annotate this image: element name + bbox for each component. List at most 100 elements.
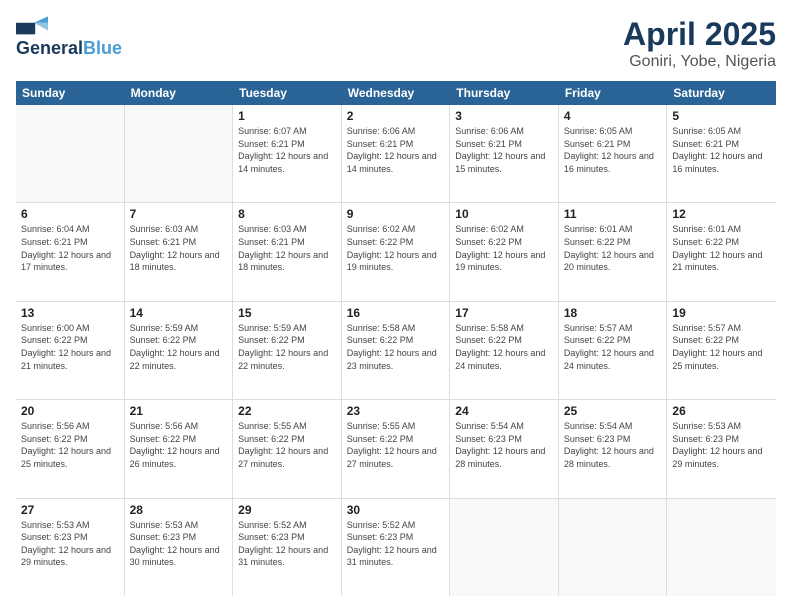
calendar-header-cell: Wednesday: [342, 81, 451, 105]
day-number: 21: [130, 404, 228, 418]
day-number: 2: [347, 109, 445, 123]
calendar-cell: 3 Sunrise: 6:06 AM Sunset: 6:21 PM Daylig…: [450, 105, 559, 202]
calendar-cell: [125, 105, 234, 202]
cell-info: Sunrise: 5:52 AM Sunset: 6:23 PM Dayligh…: [238, 519, 336, 569]
day-number: 4: [564, 109, 662, 123]
cell-info: Sunrise: 5:53 AM Sunset: 6:23 PM Dayligh…: [130, 519, 228, 569]
calendar-cell: 6 Sunrise: 6:04 AM Sunset: 6:21 PM Daylig…: [16, 203, 125, 300]
page-title: April 2025: [623, 16, 776, 53]
cell-info: Sunrise: 5:57 AM Sunset: 6:22 PM Dayligh…: [672, 322, 771, 372]
cell-info: Sunrise: 5:55 AM Sunset: 6:22 PM Dayligh…: [238, 420, 336, 470]
day-number: 11: [564, 207, 662, 221]
day-number: 14: [130, 306, 228, 320]
cell-info: Sunrise: 5:53 AM Sunset: 6:23 PM Dayligh…: [21, 519, 119, 569]
calendar-cell: 22 Sunrise: 5:55 AM Sunset: 6:22 PM Dayli…: [233, 400, 342, 497]
cell-info: Sunrise: 5:52 AM Sunset: 6:23 PM Dayligh…: [347, 519, 445, 569]
calendar-row: 1 Sunrise: 6:07 AM Sunset: 6:21 PM Daylig…: [16, 105, 776, 203]
calendar-cell: 9Sunrise: 6:02 AM Sunset: 6:22 PM Daylig…: [342, 203, 451, 300]
calendar-cell: [559, 499, 668, 596]
calendar-cell: 29 Sunrise: 5:52 AM Sunset: 6:23 PM Dayli…: [233, 499, 342, 596]
calendar-row: 27 Sunrise: 5:53 AM Sunset: 6:23 PM Dayli…: [16, 499, 776, 596]
cell-info: Sunrise: 6:02 AM Sunset: 6:22 PM Dayligh…: [455, 223, 553, 273]
day-number: 22: [238, 404, 336, 418]
calendar-header-cell: Tuesday: [233, 81, 342, 105]
calendar-cell: 30 Sunrise: 5:52 AM Sunset: 6:23 PM Dayli…: [342, 499, 451, 596]
cell-info: Sunrise: 5:53 AM Sunset: 6:23 PM Dayligh…: [672, 420, 771, 470]
calendar-cell: 24Sunrise: 5:54 AM Sunset: 6:23 PM Dayli…: [450, 400, 559, 497]
cell-info: Sunrise: 6:06 AM Sunset: 6:21 PM Dayligh…: [455, 125, 553, 175]
calendar-header-cell: Thursday: [450, 81, 559, 105]
day-number: 20: [21, 404, 119, 418]
cell-info: Sunrise: 5:55 AM Sunset: 6:22 PM Dayligh…: [347, 420, 445, 470]
page-subtitle: Goniri, Yobe, Nigeria: [623, 53, 776, 71]
calendar-cell: 8Sunrise: 6:03 AM Sunset: 6:21 PM Daylig…: [233, 203, 342, 300]
day-number: 9: [347, 207, 445, 221]
title-section: April 2025 Goniri, Yobe, Nigeria: [623, 16, 776, 71]
day-number: 18: [564, 306, 662, 320]
cell-info: Sunrise: 5:59 AM Sunset: 6:22 PM Dayligh…: [130, 322, 228, 372]
calendar-row: 20 Sunrise: 5:56 AM Sunset: 6:22 PM Dayli…: [16, 400, 776, 498]
calendar-cell: 28Sunrise: 5:53 AM Sunset: 6:23 PM Dayli…: [125, 499, 234, 596]
day-number: 26: [672, 404, 771, 418]
day-number: 5: [672, 109, 771, 123]
day-number: 6: [21, 207, 119, 221]
day-number: 25: [564, 404, 662, 418]
cell-info: Sunrise: 6:07 AM Sunset: 6:21 PM Dayligh…: [238, 125, 336, 175]
cell-info: Sunrise: 6:04 AM Sunset: 6:21 PM Dayligh…: [21, 223, 119, 273]
calendar-cell: 13 Sunrise: 6:00 AM Sunset: 6:22 PM Dayli…: [16, 302, 125, 399]
cell-info: Sunrise: 6:01 AM Sunset: 6:22 PM Dayligh…: [672, 223, 771, 273]
calendar-cell: 4 Sunrise: 6:05 AM Sunset: 6:21 PM Daylig…: [559, 105, 668, 202]
day-number: 30: [347, 503, 445, 517]
day-number: 29: [238, 503, 336, 517]
calendar-cell: 15Sunrise: 5:59 AM Sunset: 6:22 PM Dayli…: [233, 302, 342, 399]
day-number: 19: [672, 306, 771, 320]
calendar-cell: [667, 499, 776, 596]
calendar-cell: 25 Sunrise: 5:54 AM Sunset: 6:23 PM Dayli…: [559, 400, 668, 497]
day-number: 12: [672, 207, 771, 221]
header: General Blue April 2025 Goniri, Yobe, Ni…: [16, 16, 776, 71]
logo: General Blue: [16, 16, 122, 59]
calendar-cell: 27 Sunrise: 5:53 AM Sunset: 6:23 PM Dayli…: [16, 499, 125, 596]
calendar-cell: 21 Sunrise: 5:56 AM Sunset: 6:22 PM Dayli…: [125, 400, 234, 497]
cell-info: Sunrise: 5:54 AM Sunset: 6:23 PM Dayligh…: [564, 420, 662, 470]
calendar-cell: 10 Sunrise: 6:02 AM Sunset: 6:22 PM Dayli…: [450, 203, 559, 300]
day-number: 24: [455, 404, 553, 418]
calendar-body: 1 Sunrise: 6:07 AM Sunset: 6:21 PM Daylig…: [16, 105, 776, 596]
calendar-cell: [450, 499, 559, 596]
calendar-cell: 2Sunrise: 6:06 AM Sunset: 6:21 PM Daylig…: [342, 105, 451, 202]
calendar-header: SundayMondayTuesdayWednesdayThursdayFrid…: [16, 81, 776, 105]
calendar-cell: 14 Sunrise: 5:59 AM Sunset: 6:22 PM Dayli…: [125, 302, 234, 399]
calendar-header-cell: Sunday: [16, 81, 125, 105]
calendar-cell: 5 Sunrise: 6:05 AM Sunset: 6:21 PM Daylig…: [667, 105, 776, 202]
calendar-cell: 17 Sunrise: 5:58 AM Sunset: 6:22 PM Dayli…: [450, 302, 559, 399]
calendar-cell: [16, 105, 125, 202]
day-number: 10: [455, 207, 553, 221]
day-number: 7: [130, 207, 228, 221]
calendar-cell: 26 Sunrise: 5:53 AM Sunset: 6:23 PM Dayli…: [667, 400, 776, 497]
day-number: 1: [238, 109, 336, 123]
day-number: 15: [238, 306, 336, 320]
cell-info: Sunrise: 6:00 AM Sunset: 6:22 PM Dayligh…: [21, 322, 119, 372]
calendar-cell: 1 Sunrise: 6:07 AM Sunset: 6:21 PM Daylig…: [233, 105, 342, 202]
cell-info: Sunrise: 6:05 AM Sunset: 6:21 PM Dayligh…: [672, 125, 771, 175]
logo-icon: [16, 16, 48, 36]
calendar-cell: 11 Sunrise: 6:01 AM Sunset: 6:22 PM Dayli…: [559, 203, 668, 300]
day-number: 16: [347, 306, 445, 320]
calendar-cell: 7Sunrise: 6:03 AM Sunset: 6:21 PM Daylig…: [125, 203, 234, 300]
day-number: 17: [455, 306, 553, 320]
cell-info: Sunrise: 6:01 AM Sunset: 6:22 PM Dayligh…: [564, 223, 662, 273]
day-number: 3: [455, 109, 553, 123]
cell-info: Sunrise: 5:57 AM Sunset: 6:22 PM Dayligh…: [564, 322, 662, 372]
calendar-cell: 23Sunrise: 5:55 AM Sunset: 6:22 PM Dayli…: [342, 400, 451, 497]
day-number: 13: [21, 306, 119, 320]
day-number: 27: [21, 503, 119, 517]
calendar-cell: 18 Sunrise: 5:57 AM Sunset: 6:22 PM Dayli…: [559, 302, 668, 399]
cell-info: Sunrise: 5:58 AM Sunset: 6:22 PM Dayligh…: [347, 322, 445, 372]
cell-info: Sunrise: 5:56 AM Sunset: 6:22 PM Dayligh…: [130, 420, 228, 470]
logo-general: General: [16, 38, 83, 59]
cell-info: Sunrise: 5:58 AM Sunset: 6:22 PM Dayligh…: [455, 322, 553, 372]
cell-info: Sunrise: 6:05 AM Sunset: 6:21 PM Dayligh…: [564, 125, 662, 175]
calendar-cell: 19 Sunrise: 5:57 AM Sunset: 6:22 PM Dayli…: [667, 302, 776, 399]
cell-info: Sunrise: 5:56 AM Sunset: 6:22 PM Dayligh…: [21, 420, 119, 470]
calendar-cell: 20 Sunrise: 5:56 AM Sunset: 6:22 PM Dayli…: [16, 400, 125, 497]
